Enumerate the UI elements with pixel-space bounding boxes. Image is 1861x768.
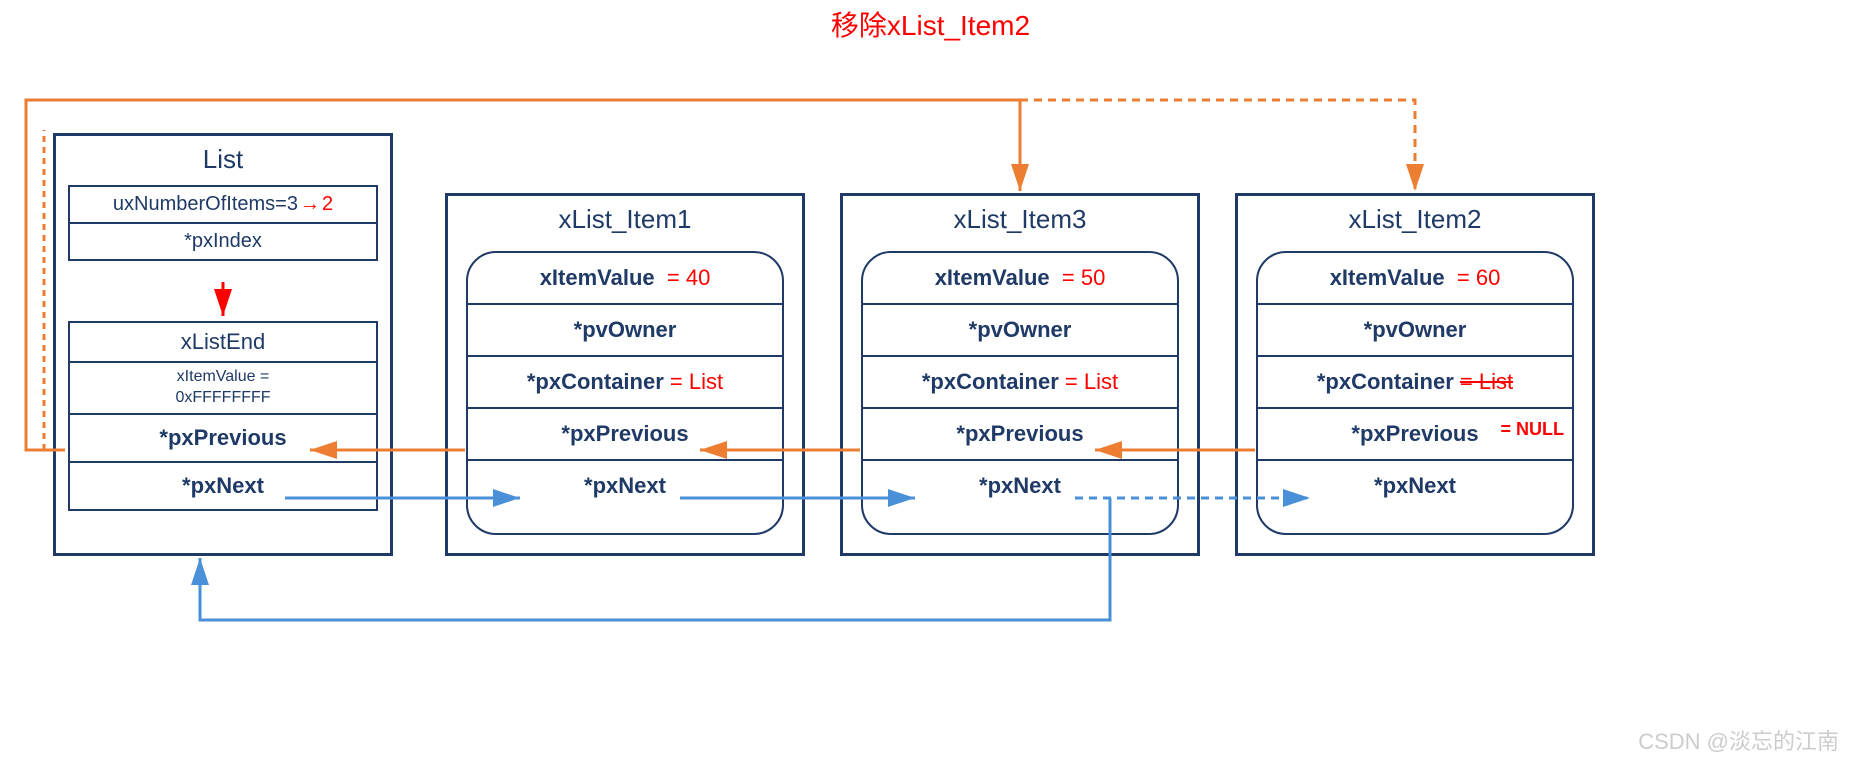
item2-pxnext: *pxNext bbox=[1258, 461, 1572, 511]
item3-pxnext: *pxNext bbox=[863, 461, 1177, 511]
xlistend-pxprevious: *pxPrevious bbox=[70, 415, 376, 463]
item2-value: xItemValue = 60 bbox=[1258, 253, 1572, 305]
list-numberofitems: uxNumberOfItems=32 bbox=[70, 187, 376, 224]
item1-pxcontainer: *pxContainer = List bbox=[468, 357, 782, 409]
item3-title: xList_Item3 bbox=[843, 204, 1197, 235]
item1-pxprevious: *pxPrevious bbox=[468, 409, 782, 461]
list-struct-box: List uxNumberOfItems=32 *pxIndex xListEn… bbox=[53, 133, 393, 556]
arrow-end-prev-to-item2-dashed bbox=[1020, 100, 1415, 191]
item2-pvowner: *pvOwner bbox=[1258, 305, 1572, 357]
xlistend-title: xListEnd bbox=[70, 323, 376, 363]
xlistend-value: xItemValue =0xFFFFFFFF bbox=[70, 363, 376, 415]
diagram-title: 移除xList_Item2 bbox=[831, 4, 1030, 44]
item2-pxcontainer: *pxContainer = List bbox=[1258, 357, 1572, 409]
list-fields: uxNumberOfItems=32 *pxIndex bbox=[68, 185, 378, 261]
item1-value: xItemValue = 40 bbox=[468, 253, 782, 305]
item1-pxnext: *pxNext bbox=[468, 461, 782, 511]
item2-title: xList_Item2 bbox=[1238, 204, 1592, 235]
item1-title: xList_Item1 bbox=[448, 204, 802, 235]
item3-pvowner: *pvOwner bbox=[863, 305, 1177, 357]
xlistend-box: xListEnd xItemValue =0xFFFFFFFF *pxPrevi… bbox=[68, 321, 378, 511]
item1-fields: xItemValue = 40 *pvOwner *pxContainer = … bbox=[466, 251, 784, 535]
list-title: List bbox=[56, 144, 390, 175]
item2-box: xList_Item2 xItemValue = 60 *pvOwner *px… bbox=[1235, 193, 1595, 556]
item2-fields: xItemValue = 60 *pvOwner *pxContainer = … bbox=[1256, 251, 1574, 535]
item3-fields: xItemValue = 50 *pvOwner *pxContainer = … bbox=[861, 251, 1179, 535]
item2-null-label: = NULL bbox=[1500, 419, 1564, 440]
item3-value: xItemValue = 50 bbox=[863, 253, 1177, 305]
item3-pxprevious: *pxPrevious bbox=[863, 409, 1177, 461]
xlistend-pxnext: *pxNext bbox=[70, 463, 376, 509]
item1-pvowner: *pvOwner bbox=[468, 305, 782, 357]
csdn-watermark: CSDN @淡忘的江南 bbox=[1638, 724, 1839, 756]
item1-box: xList_Item1 xItemValue = 40 *pvOwner *px… bbox=[445, 193, 805, 556]
item3-box: xList_Item3 xItemValue = 50 *pvOwner *px… bbox=[840, 193, 1200, 556]
list-pxindex: *pxIndex bbox=[70, 224, 376, 259]
item3-pxcontainer: *pxContainer = List bbox=[863, 357, 1177, 409]
